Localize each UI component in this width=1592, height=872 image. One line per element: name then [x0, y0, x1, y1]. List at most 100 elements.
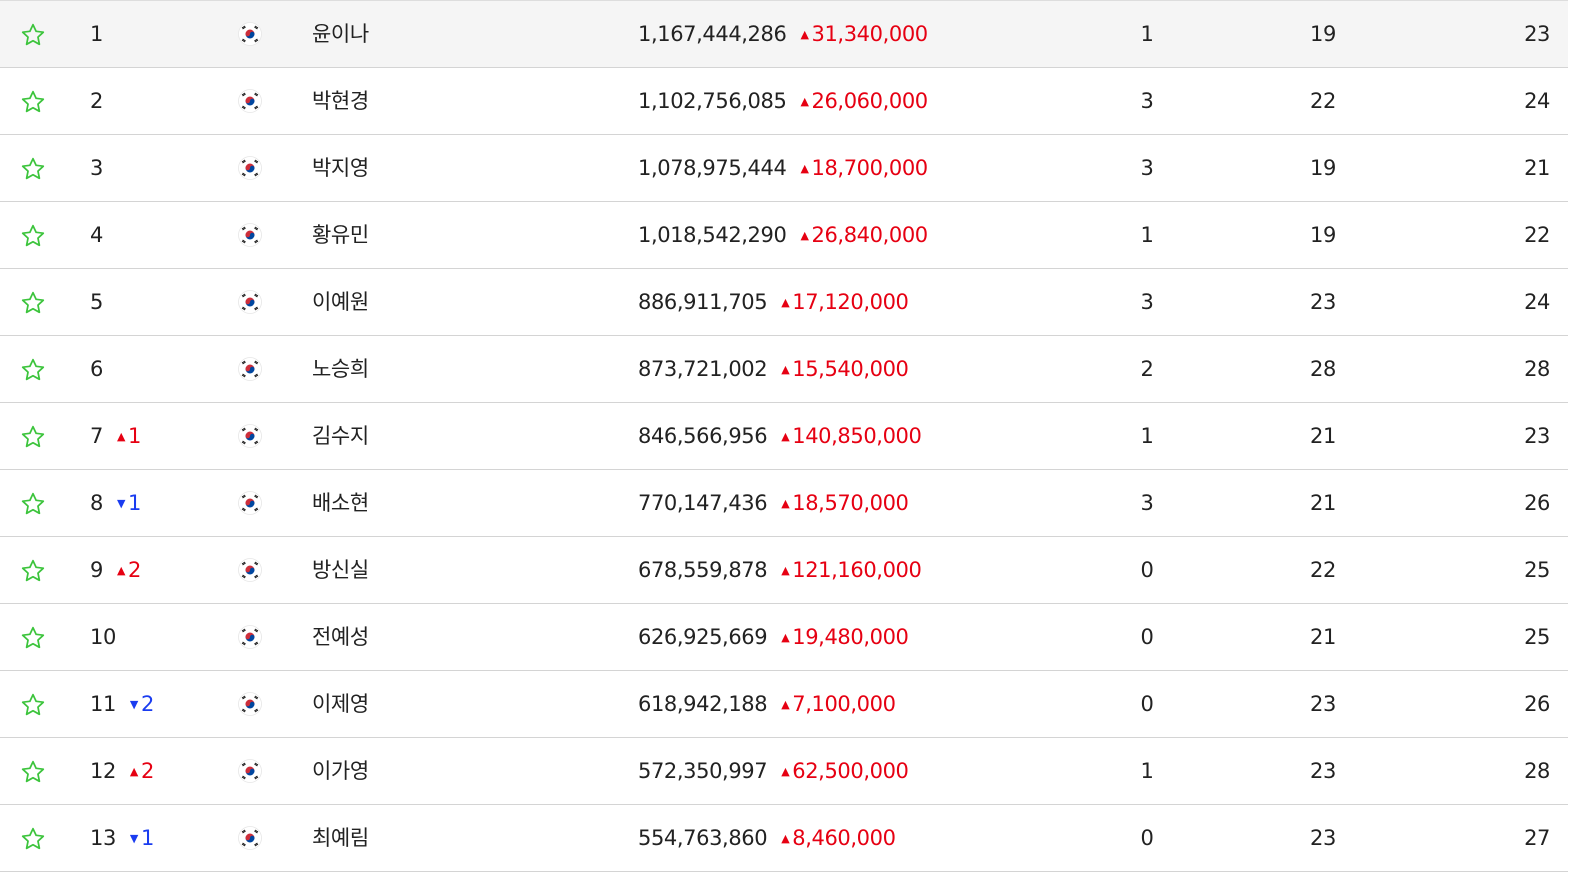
prize-money: 770,147,436 [638, 491, 768, 515]
up-arrow-icon: ▲ [781, 363, 790, 376]
rank-change: ▲ 2 [130, 738, 154, 805]
stat-column-2: 22 [1310, 558, 1336, 582]
player-name[interactable]: 이예원 [312, 269, 369, 335]
stat-column-1: 3 [1140, 89, 1154, 113]
stat-column-1: 1 [1140, 759, 1154, 783]
prize-money: 626,925,669 [638, 625, 768, 649]
rank-change-arrow-icon: ▼ [129, 832, 138, 845]
player-name[interactable]: 노승희 [312, 336, 369, 402]
favorite-star-icon[interactable] [20, 671, 48, 737]
prize-money: 1,018,542,290 [638, 223, 787, 247]
prize-gain-value: 18,570,000 [792, 491, 909, 515]
favorite-star-icon[interactable] [20, 537, 48, 603]
up-arrow-icon: ▲ [781, 698, 790, 711]
table-row[interactable]: 13 ▼1 최예림 554,763,860 ▲8,460,000 0 23 [0, 805, 1568, 872]
player-name[interactable]: 최예림 [312, 805, 369, 871]
table-row[interactable]: 11 ▼2 이제영 618,942,188 ▲7,100,000 0 23 [0, 671, 1568, 738]
favorite-star-icon[interactable] [20, 604, 48, 670]
rank-number: 2 [90, 89, 103, 113]
rank-change-value: 1 [128, 424, 141, 448]
rank-change: ▲ 2 [117, 537, 141, 604]
stat-column-3: 28 [1524, 759, 1550, 783]
table-row[interactable]: 9▲2 방신실 678,559,878▲121,160,000 0 22 [0, 537, 1568, 604]
stat-column-3: 27 [1524, 826, 1550, 850]
up-arrow-icon: ▲ [800, 162, 809, 175]
stat-column-1: 0 [1140, 625, 1154, 649]
prize-gain: ▲ 18,700,000 [800, 156, 929, 180]
prize-gain-value: 18,700,000 [811, 156, 929, 180]
korea-flag-icon [238, 269, 262, 335]
player-name[interactable]: 박현경 [312, 68, 369, 134]
favorite-star-icon[interactable] [20, 269, 48, 335]
table-row[interactable]: 5 이예원 886,911,705 ▲ 17,120,000 3 23 24 [0, 269, 1568, 336]
favorite-star-icon[interactable] [20, 135, 48, 201]
stat-column-1: 1 [1140, 22, 1154, 46]
up-arrow-icon: ▲ [800, 95, 809, 108]
favorite-star-icon[interactable] [20, 470, 48, 536]
stat-column-3: 24 [1524, 290, 1550, 314]
rank-number: 7 [90, 424, 103, 448]
stat-column-3: 22 [1524, 223, 1550, 247]
table-row[interactable]: 4 황유민 1,018,542,290 ▲ 26,840,000 1 19 22 [0, 202, 1568, 269]
table-row[interactable]: 12▲2 이가영 572,350,997▲62,500,000 1 23 [0, 738, 1568, 805]
table-row[interactable]: 1 윤이나 1,167,444,286 ▲ 31,340,000 1 19 23 [0, 1, 1568, 68]
rank-change-value: 2 [140, 692, 154, 716]
stat-column-2: 22 [1310, 89, 1336, 113]
prize-money: 678,559,878 [638, 558, 768, 582]
table-row[interactable]: 6 노승희 873,721,002 ▲ 15,540,000 2 28 28 [0, 336, 1568, 403]
prize-gain: ▲ 7,100,000 [781, 692, 896, 716]
stat-column-2: 23 [1310, 826, 1336, 850]
favorite-star-icon[interactable] [20, 738, 48, 804]
rank-change-arrow-icon: ▲ [129, 765, 138, 778]
player-name[interactable]: 이가영 [312, 738, 369, 804]
prize-gain: ▲ 26,840,000 [800, 223, 928, 247]
stat-column-2: 23 [1310, 692, 1336, 716]
table-row[interactable]: 3 박지영 1,078,975,444 ▲ 18,700,000 3 19 21 [0, 135, 1568, 202]
rank-change-arrow-icon: ▲ [116, 564, 126, 577]
stat-column-1: 3 [1140, 290, 1154, 314]
player-name[interactable]: 방신실 [312, 537, 369, 603]
table-row[interactable]: 10 전예성 626,925,669 ▲ 19,480,000 0 21 25 [0, 604, 1568, 671]
stat-column-2: 23 [1310, 290, 1336, 314]
prize-gain-value: 121,160,000 [792, 558, 922, 582]
prize-money: 572,350,997 [638, 759, 768, 783]
player-name[interactable]: 김수지 [312, 403, 369, 469]
prize-gain: ▲ 140,850,000 [781, 424, 922, 448]
stat-column-3: 26 [1524, 692, 1550, 716]
rank-number: 9 [90, 558, 103, 582]
rank-change: ▼ 2 [130, 671, 154, 738]
stat-column-2: 21 [1310, 625, 1336, 649]
rank-number: 10 [90, 625, 116, 649]
favorite-star-icon[interactable] [20, 68, 48, 134]
rank-change-value: 1 [140, 826, 154, 850]
player-name[interactable]: 이제영 [312, 671, 369, 737]
player-name[interactable]: 황유민 [312, 202, 369, 268]
up-arrow-icon: ▲ [781, 497, 790, 510]
table-row[interactable]: 8 ▼1 배소현 770,147,436 ▲18,570,000 3 21 [0, 470, 1568, 537]
favorite-star-icon[interactable] [20, 336, 48, 402]
rank-change-arrow-icon: ▼ [129, 698, 138, 711]
korea-flag-icon [238, 671, 262, 737]
player-name[interactable]: 박지영 [312, 135, 369, 201]
prize-money: 1,102,756,085 [638, 89, 787, 113]
prize-money: 873,721,002 [638, 357, 768, 381]
favorite-star-icon[interactable] [20, 202, 48, 268]
player-name[interactable]: 배소현 [312, 470, 369, 536]
table-row[interactable]: 2 박현경 1,102,756,085 ▲ 26,060,000 3 22 24 [0, 68, 1568, 135]
up-arrow-icon: ▲ [800, 229, 809, 242]
korea-flag-icon [238, 604, 262, 670]
table-row[interactable]: 7▲1 김수지 846,566,956▲140,850,000 1 21 [0, 403, 1568, 470]
korea-flag-icon [238, 1, 262, 67]
up-arrow-icon: ▲ [781, 430, 790, 443]
rank-number: 6 [90, 357, 103, 381]
favorite-star-icon[interactable] [20, 1, 48, 67]
player-name[interactable]: 전예성 [312, 604, 369, 670]
player-name[interactable]: 윤이나 [312, 1, 369, 67]
prize-gain: ▲ 31,340,000 [800, 22, 928, 46]
stat-column-3: 25 [1524, 625, 1550, 649]
favorite-star-icon[interactable] [20, 805, 48, 871]
stat-column-1: 3 [1140, 491, 1154, 515]
korea-flag-icon [238, 537, 262, 603]
rank-change: ▲ 1 [117, 403, 141, 470]
favorite-star-icon[interactable] [20, 403, 48, 469]
